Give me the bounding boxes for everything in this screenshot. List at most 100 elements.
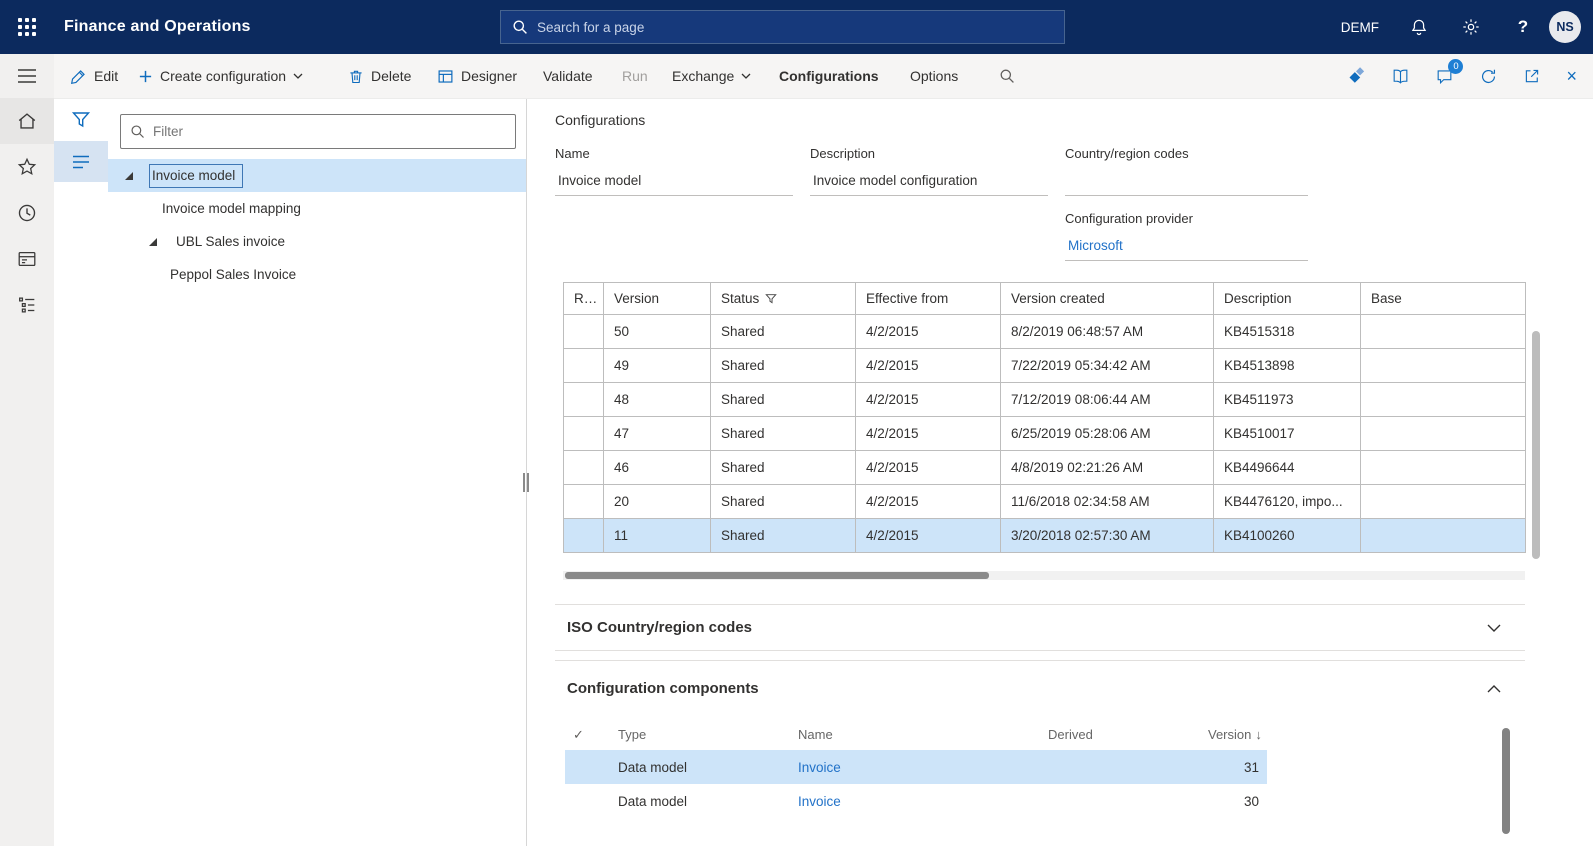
refresh-icon [1479, 67, 1498, 86]
description-field-value[interactable]: Invoice model configuration [810, 168, 1048, 196]
column-header-status[interactable]: Status [711, 283, 856, 315]
tree-expand-caret-icon[interactable] [125, 172, 152, 180]
hamburger-icon [17, 68, 37, 84]
validate-button[interactable]: Validate [543, 54, 593, 98]
trash-icon [348, 68, 364, 85]
column-header-base[interactable]: Base [1361, 283, 1526, 315]
nav-favorites-button[interactable] [0, 144, 54, 190]
country-codes-field-group: Country/region codes [1065, 146, 1308, 196]
version-row[interactable]: 50Shared4/2/20158/2/2019 06:48:57 AMKB45… [564, 315, 1526, 349]
component-name-link[interactable]: Invoice [798, 760, 841, 775]
user-avatar[interactable]: NS [1549, 11, 1581, 43]
nav-menu-button[interactable] [0, 54, 54, 98]
global-search-box[interactable] [500, 10, 1065, 44]
designer-button[interactable]: Designer [437, 54, 517, 98]
settings-button[interactable] [1445, 0, 1497, 54]
column-header-version-sorted[interactable]: Version↓ [1200, 719, 1267, 750]
version-row[interactable]: 47Shared4/2/20156/25/2019 05:28:06 AMKB4… [564, 417, 1526, 451]
exchange-menu-button[interactable]: Exchange [672, 54, 751, 98]
refresh-button[interactable] [1479, 67, 1498, 86]
config-tree: Invoice modelInvoice model mappingUBL Sa… [108, 159, 526, 291]
delete-button[interactable]: Delete [348, 54, 411, 98]
components-section-scrollbar-thumb[interactable] [1502, 728, 1510, 834]
panel-resize-handle[interactable] [523, 473, 532, 492]
edit-button[interactable]: Edit [70, 54, 118, 98]
version-cell: 4/2/2015 [856, 315, 1001, 349]
chevron-up-icon[interactable] [1487, 685, 1525, 693]
gems-button[interactable] [1348, 67, 1366, 85]
tree-filter-box[interactable] [120, 114, 516, 149]
tree-item-invoice-model[interactable]: Invoice model [108, 159, 526, 192]
tree-list-toggle-button[interactable] [54, 141, 108, 182]
version-row[interactable]: 46Shared4/2/20154/8/2019 02:21:26 AMKB44… [564, 451, 1526, 485]
version-cell: KB4100260 [1214, 519, 1361, 553]
search-icon [999, 68, 1015, 84]
global-search-input[interactable] [537, 20, 1053, 35]
column-header-effective-from[interactable]: Effective from [856, 283, 1001, 315]
configurations-tab[interactable]: Configurations [779, 54, 879, 98]
messages-count-badge: 0 [1448, 59, 1463, 74]
filter-pane-button[interactable] [54, 99, 108, 141]
configuration-provider-link[interactable]: Microsoft [1065, 233, 1308, 261]
nav-modules-button[interactable] [0, 282, 54, 328]
app-launcher-icon[interactable] [0, 0, 54, 54]
checkmark-icon: ✓ [573, 727, 584, 742]
action-pane-search-button[interactable] [999, 54, 1015, 98]
options-tab-label: Options [910, 68, 958, 84]
messages-button[interactable]: 0 [1435, 67, 1454, 86]
configuration-components-section-header[interactable]: Configuration components [555, 660, 1525, 716]
row-select-cell[interactable] [565, 784, 610, 818]
version-cell: KB4476120, impo... [1214, 485, 1361, 519]
column-header-name[interactable]: Name [790, 719, 1040, 750]
component-row[interactable]: Data modelInvoice30 [565, 784, 1267, 818]
version-cell [1361, 417, 1526, 451]
version-row[interactable]: 48Shared4/2/20157/12/2019 08:06:44 AMKB4… [564, 383, 1526, 417]
create-configuration-button[interactable]: Create configuration [138, 54, 303, 98]
version-row[interactable]: 20Shared4/2/201511/6/2018 02:34:58 AMKB4… [564, 485, 1526, 519]
nav-workspaces-button[interactable] [0, 236, 54, 282]
tree-expand-caret-icon[interactable] [149, 238, 176, 246]
column-header-version-created[interactable]: Version created [1001, 283, 1214, 315]
waffle-grid-icon [18, 18, 36, 36]
configurations-tab-label: Configurations [779, 68, 879, 84]
row-select-cell[interactable] [565, 750, 610, 784]
version-cell: 49 [604, 349, 711, 383]
column-header-derived[interactable]: Derived [1040, 719, 1200, 750]
tree-item-peppol-sales-invoice[interactable]: Peppol Sales Invoice [108, 258, 526, 291]
version-row[interactable]: 11Shared4/2/20153/20/2018 02:57:30 AMKB4… [564, 519, 1526, 553]
app-title[interactable]: Finance and Operations [64, 18, 251, 36]
column-header-type[interactable]: Type [610, 719, 790, 750]
iso-country-codes-section-header[interactable]: ISO Country/region codes [555, 604, 1525, 651]
version-cell [1361, 451, 1526, 485]
name-field-value[interactable]: Invoice model [555, 168, 793, 196]
nav-home-button[interactable] [0, 98, 54, 144]
component-row[interactable]: Data modelInvoice31 [565, 750, 1267, 784]
nav-recent-button[interactable] [0, 190, 54, 236]
help-button[interactable]: ? [1497, 0, 1549, 54]
component-name-link[interactable]: Invoice [798, 794, 841, 809]
select-all-header[interactable]: ✓ [565, 719, 610, 750]
chevron-down-icon [741, 73, 751, 79]
horizontal-scrollbar-thumb[interactable] [565, 572, 989, 579]
version-cell: 11/6/2018 02:34:58 AM [1001, 485, 1214, 519]
column-header-run[interactable]: R... [564, 283, 604, 315]
country-codes-field-value[interactable] [1065, 168, 1308, 196]
version-row[interactable]: 49Shared4/2/20157/22/2019 05:34:42 AMKB4… [564, 349, 1526, 383]
open-in-new-window-button[interactable] [1523, 67, 1541, 85]
edit-label: Edit [94, 68, 118, 84]
close-page-button[interactable]: × [1566, 67, 1577, 85]
chevron-down-icon[interactable] [1487, 624, 1525, 632]
delete-label: Delete [371, 68, 411, 84]
column-header-description[interactable]: Description [1214, 283, 1361, 315]
column-header-version[interactable]: Version [604, 283, 711, 315]
company-picker[interactable]: DEMF [1327, 20, 1393, 35]
options-tab[interactable]: Options [910, 54, 958, 98]
tree-item-ubl-sales-invoice[interactable]: UBL Sales invoice [108, 225, 526, 258]
configuration-provider-label: Configuration provider [1065, 211, 1308, 226]
versions-grid-vertical-scrollbar-thumb[interactable] [1532, 331, 1540, 559]
tree-filter-input[interactable] [153, 124, 506, 139]
close-icon: × [1566, 66, 1577, 86]
reference-book-button[interactable] [1391, 67, 1410, 86]
notifications-button[interactable] [1393, 0, 1445, 54]
tree-item-invoice-model-mapping[interactable]: Invoice model mapping [108, 192, 526, 225]
